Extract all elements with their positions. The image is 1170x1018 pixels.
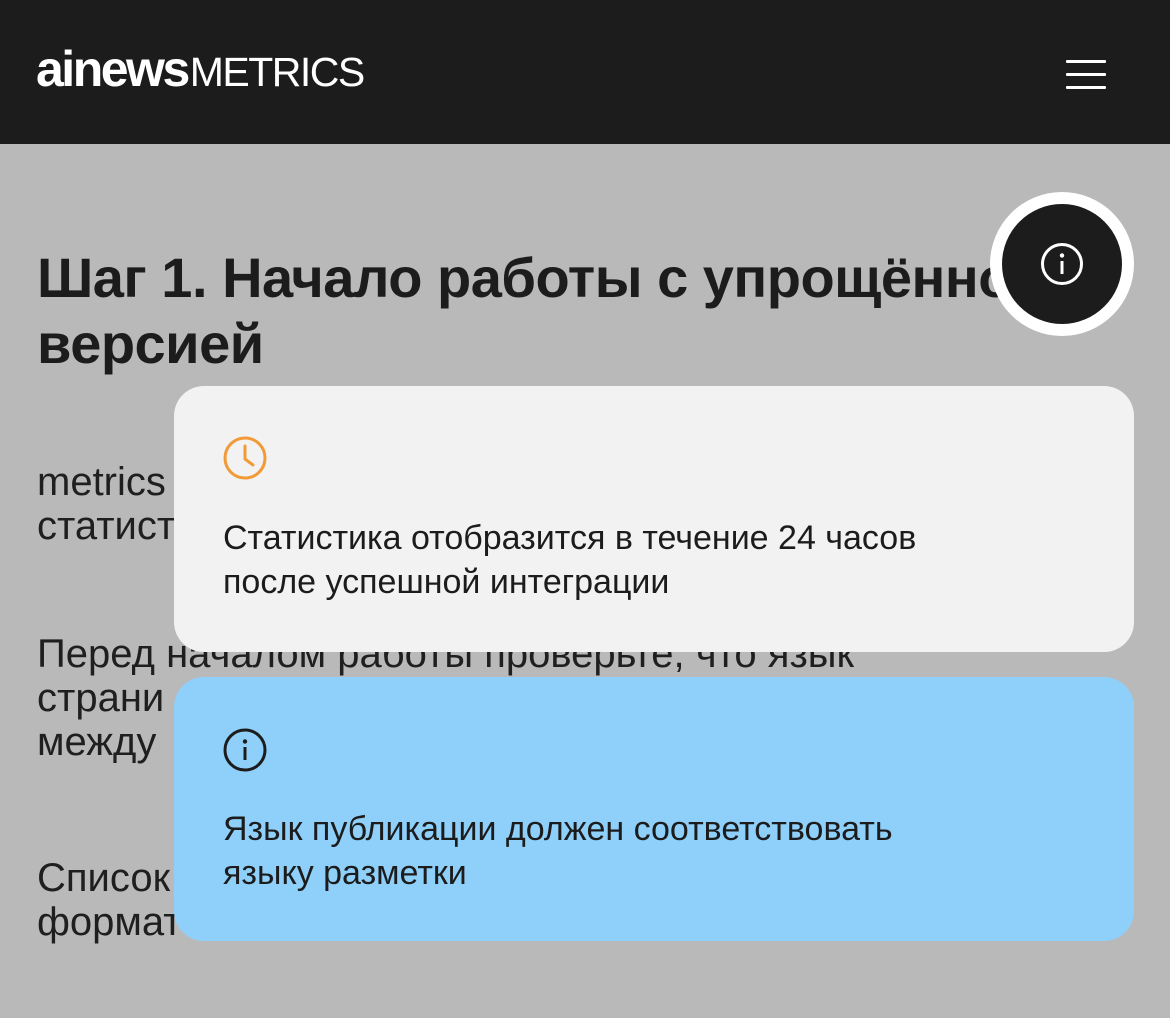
hamburger-menu-icon[interactable]	[1060, 56, 1112, 92]
menu-line	[1066, 73, 1106, 76]
info-button-inner	[1002, 204, 1122, 324]
notice-card-info: Язык публикации должен соответствовать я…	[174, 677, 1134, 941]
logo-light-text: METRICS	[189, 49, 366, 95]
notice-card-time-text: Статистика отобразится в течение 24 часо…	[223, 519, 917, 601]
top-header: ainews METRICS	[0, 0, 1170, 144]
logo[interactable]: ainews METRICS	[36, 40, 366, 100]
notice-card-info-text: Язык публикации должен соответствовать я…	[223, 810, 893, 892]
menu-line	[1066, 60, 1106, 63]
info-icon	[1041, 243, 1083, 285]
clock-icon	[223, 436, 267, 480]
menu-line	[1066, 86, 1106, 89]
notice-card-time: Статистика отобразится в течение 24 часо…	[174, 386, 1134, 652]
page-title: Шаг 1. Начало работы с упрощённой версие…	[37, 246, 1046, 375]
info-button[interactable]	[990, 192, 1134, 336]
logo-bold-text: ainews	[36, 41, 190, 97]
info-icon	[223, 728, 267, 772]
